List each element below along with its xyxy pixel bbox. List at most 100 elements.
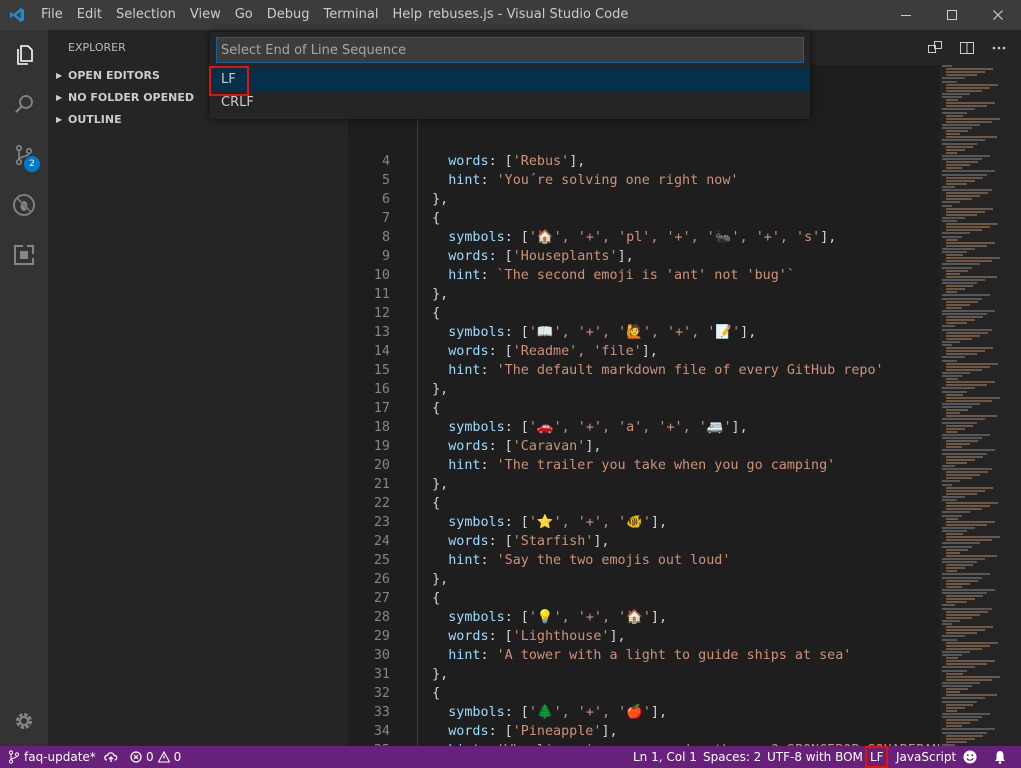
- extensions-icon[interactable]: [0, 230, 48, 280]
- line-number: 33: [373, 705, 390, 720]
- minimap-line: [946, 719, 978, 722]
- code-line[interactable]: 10 hint: `The second emoji is 'ant' not …: [348, 266, 940, 285]
- status-bar: faq-update* 0 0 Ln 1, Col 1 Spaces: 2 UT…: [0, 746, 1021, 768]
- code-line[interactable]: 16 },: [348, 380, 940, 399]
- code-line[interactable]: 18 symbols: ['🚗', '+', 'a', '+', '🚐'],: [348, 418, 940, 437]
- code-line[interactable]: 33 symbols: ['🌲', '+', '🍎'],: [348, 703, 940, 722]
- code-line[interactable]: 22 {: [348, 494, 940, 513]
- menu-edit[interactable]: Edit: [70, 0, 109, 30]
- quick-pick-option-lf[interactable]: LF: [210, 68, 810, 91]
- end-of-line-sequence[interactable]: LF: [870, 746, 884, 768]
- cursor-position[interactable]: Ln 1, Col 1: [633, 746, 697, 768]
- code-line[interactable]: 7 {: [348, 209, 940, 228]
- code-line[interactable]: 5 hint: 'You´re solving one right now': [348, 171, 940, 190]
- minimize-button[interactable]: [883, 0, 929, 30]
- code-line[interactable]: 12 {: [348, 304, 940, 323]
- menu-terminal[interactable]: Terminal: [317, 0, 386, 30]
- debug-icon[interactable]: [0, 180, 48, 230]
- code-line[interactable]: 4 words: ['Rebus'],: [348, 152, 940, 171]
- close-button[interactable]: [975, 0, 1021, 30]
- menu-debug[interactable]: Debug: [260, 0, 317, 30]
- minimap-line: [942, 204, 952, 207]
- split-editor-icon[interactable]: [951, 30, 983, 65]
- code-line[interactable]: 25 hint: 'Say the two emojis out loud': [348, 551, 940, 570]
- menu-file[interactable]: File: [34, 0, 70, 30]
- code-line[interactable]: 21 },: [348, 475, 940, 494]
- code-line[interactable]: 32 {: [348, 684, 940, 703]
- menu-view[interactable]: View: [183, 0, 228, 30]
- menu-go[interactable]: Go: [228, 0, 260, 30]
- code-line[interactable]: 20 hint: 'The trailer you take when you …: [348, 456, 940, 475]
- line-text: words: ['Houseplants'],: [416, 247, 633, 266]
- quick-pick-input[interactable]: [217, 38, 803, 62]
- line-text: },: [416, 380, 448, 399]
- code-line[interactable]: 29 words: ['Lighthouse'],: [348, 627, 940, 646]
- minimap-line: [946, 539, 992, 542]
- code-line[interactable]: 26 },: [348, 570, 940, 589]
- minimap-line: [946, 396, 1000, 399]
- minimap-line: [946, 613, 980, 616]
- more-actions-icon[interactable]: [983, 30, 1015, 65]
- code-line[interactable]: 11 },: [348, 285, 940, 304]
- source-control-icon[interactable]: 2: [0, 130, 48, 180]
- code-line[interactable]: 6 },: [348, 190, 940, 209]
- source-control-badge: 2: [24, 156, 40, 172]
- minimap[interactable]: [940, 65, 1021, 746]
- menu-selection[interactable]: Selection: [109, 0, 183, 30]
- code-line[interactable]: 31 },: [348, 665, 940, 684]
- punctuation-tail: ],: [609, 629, 626, 644]
- minimap-line: [942, 731, 987, 734]
- code-line[interactable]: 30 hint: 'A tower with a light to guide …: [348, 646, 940, 665]
- object-key: words: [448, 629, 489, 644]
- code-line[interactable]: 28 symbols: ['💡', '+', '🏠'],: [348, 608, 940, 627]
- maximize-button[interactable]: [929, 0, 975, 30]
- code-line[interactable]: 15 hint: 'The default markdown file of e…: [348, 361, 940, 380]
- file-encoding[interactable]: UTF-8 with BOM: [767, 746, 863, 768]
- code-editor[interactable]: 4 words: ['Rebus'], 5 hint: 'You´re solvi…: [348, 65, 940, 746]
- feedback-smiley-icon[interactable]: [963, 746, 977, 768]
- branch-indicator[interactable]: faq-update*: [8, 746, 96, 768]
- code-line[interactable]: 34 words: ['Pineapple'],: [348, 722, 940, 741]
- indentation-spaces[interactable]: Spaces: 2: [703, 746, 761, 768]
- warning-icon: [157, 751, 170, 763]
- punctuation-tail: ],: [650, 610, 668, 625]
- explorer-icon[interactable]: [0, 30, 48, 80]
- line-text: {: [416, 304, 440, 323]
- search-icon[interactable]: [0, 80, 48, 130]
- sync-icon[interactable]: [103, 746, 119, 768]
- minimap-line: [946, 303, 970, 306]
- problems-indicator[interactable]: 0 0: [130, 746, 181, 768]
- code-line[interactable]: 19 words: ['Caravan'],: [348, 437, 940, 456]
- code-line[interactable]: 8 symbols: ['🏠', '+', 'pl', '+', '🐜', '+…: [348, 228, 940, 247]
- open-changes-icon[interactable]: [919, 30, 951, 65]
- code-line[interactable]: 17 {: [348, 399, 940, 418]
- code-line[interactable]: 13 symbols: ['📖', '+', '🙋', '+', '📝'],: [348, 323, 940, 342]
- minimap-line: [942, 619, 960, 622]
- code-line[interactable]: 23 symbols: ['⭐', '+', '🐠'],: [348, 513, 940, 532]
- minimap-line: [942, 483, 952, 486]
- minimap-line: [946, 148, 965, 151]
- minimap-line: [946, 291, 957, 294]
- menu-help[interactable]: Help: [385, 0, 429, 30]
- minimap-line: [942, 247, 975, 250]
- notifications-bell-icon[interactable]: [993, 746, 1007, 768]
- code-line[interactable]: 14 words: ['Readme', 'file'],: [348, 342, 940, 361]
- object-key: words: [448, 724, 489, 739]
- quick-pick-option-crlf[interactable]: CRLF: [210, 91, 810, 114]
- manage-gear-icon[interactable]: [0, 696, 48, 746]
- punctuation: },: [432, 287, 449, 302]
- code-line[interactable]: 27 {: [348, 589, 940, 608]
- minimap-line: [942, 480, 960, 483]
- minimap-line: [942, 468, 992, 470]
- code-line[interactable]: 24 words: ['Starfish'],: [348, 532, 940, 551]
- string-literal: 'Houseplants': [512, 249, 618, 264]
- code-line[interactable]: 9 words: ['Houseplants'],: [348, 247, 940, 266]
- minimap-line: [946, 347, 993, 350]
- minimap-line: [946, 663, 987, 666]
- language-mode[interactable]: JavaScript: [896, 746, 956, 768]
- minimap-line: [946, 647, 982, 650]
- minimap-line: [946, 551, 960, 554]
